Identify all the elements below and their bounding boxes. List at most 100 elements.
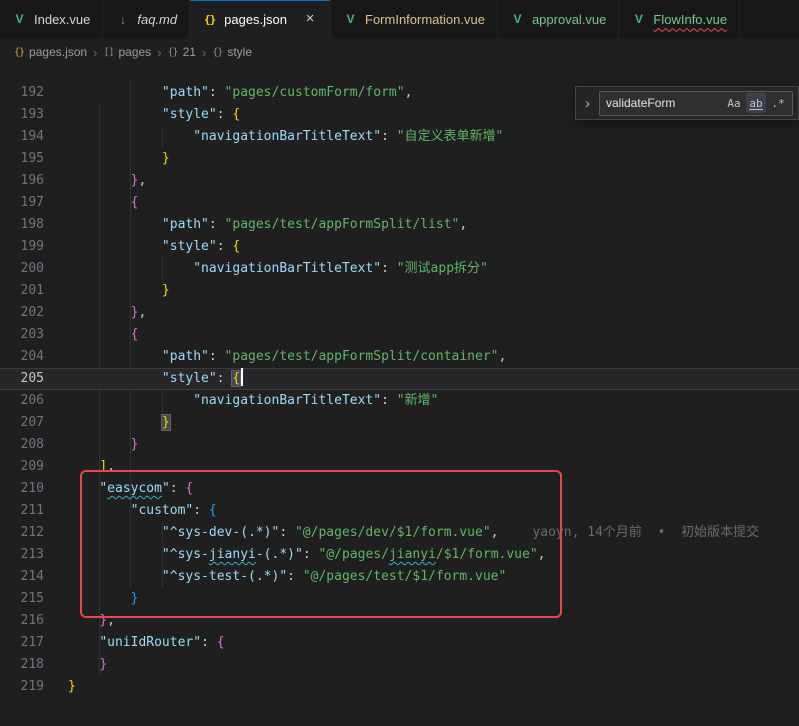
code-line[interactable]: 207 }: [0, 412, 799, 434]
breadcrumb-item-21[interactable]: {} 21: [168, 45, 196, 59]
line-number[interactable]: 214: [0, 566, 44, 588]
code-line[interactable]: 194 "navigationBarTitleText": "自定义表单新增": [0, 126, 799, 148]
whole-word-icon[interactable]: ab: [746, 93, 766, 113]
code-line[interactable]: 213 "^sys-jianyi-(.*)": "@/pages/jianyi/…: [0, 544, 799, 566]
code-text: }: [68, 654, 107, 676]
code-line[interactable]: 208 }: [0, 434, 799, 456]
code-token: easycom: [107, 481, 162, 496]
line-number[interactable]: 216: [0, 610, 44, 632]
tab-faq-md[interactable]: ↓ faq.md: [103, 0, 190, 38]
code-token: {: [232, 107, 240, 122]
line-number[interactable]: 215: [0, 588, 44, 610]
code-token: "navigationBarTitleText": [193, 129, 381, 144]
line-number[interactable]: 200: [0, 258, 44, 280]
code-token: [68, 635, 99, 650]
code-token: "path": [162, 349, 209, 364]
find-input[interactable]: [606, 96, 722, 110]
line-number[interactable]: 219: [0, 676, 44, 698]
code-token: :: [209, 85, 225, 100]
code-line[interactable]: 216 },: [0, 610, 799, 632]
code-line[interactable]: 212 "^sys-dev-(.*)": "@/pages/dev/$1/for…: [0, 522, 799, 544]
code-line[interactable]: 211 "custom": {: [0, 500, 799, 522]
code-token: :: [287, 569, 303, 584]
code-token: [68, 459, 99, 474]
breadcrumb-item-file[interactable]: {} pages.json: [14, 45, 87, 59]
line-number[interactable]: 209: [0, 456, 44, 478]
breadcrumb-label: 21: [183, 45, 196, 59]
line-number[interactable]: 206: [0, 390, 44, 412]
code-line[interactable]: 199 "style": {: [0, 236, 799, 258]
code-text: },: [68, 170, 146, 192]
code-line[interactable]: 195 }: [0, 148, 799, 170]
regex-icon[interactable]: .*: [768, 93, 788, 113]
line-number[interactable]: 202: [0, 302, 44, 324]
line-number[interactable]: 194: [0, 126, 44, 148]
line-number[interactable]: 211: [0, 500, 44, 522]
code-line[interactable]: 200 "navigationBarTitleText": "测试app拆分": [0, 258, 799, 280]
code-line[interactable]: 203 {: [0, 324, 799, 346]
line-number[interactable]: 197: [0, 192, 44, 214]
code-token: "^sys-test-(.*)": [162, 569, 287, 584]
line-number[interactable]: 203: [0, 324, 44, 346]
line-number[interactable]: 208: [0, 434, 44, 456]
tab-forminformation-vue[interactable]: V FormInformation.vue: [331, 0, 498, 38]
code-line[interactable]: 219}: [0, 676, 799, 698]
line-number[interactable]: 193: [0, 104, 44, 126]
line-number[interactable]: 212: [0, 522, 44, 544]
line-number[interactable]: 207: [0, 412, 44, 434]
code-line[interactable]: 204 "path": "pages/test/appFormSplit/con…: [0, 346, 799, 368]
code-line[interactable]: 218 }: [0, 654, 799, 676]
code-line[interactable]: 198 "path": "pages/test/appFormSplit/lis…: [0, 214, 799, 236]
breadcrumb: {} pages.json › [] pages › {} 21 › {} st…: [0, 38, 799, 66]
code-token: :: [170, 481, 186, 496]
code-token: [68, 371, 162, 386]
line-number[interactable]: 201: [0, 280, 44, 302]
close-icon[interactable]: ×: [302, 11, 318, 27]
object-symbol-icon: {}: [212, 47, 222, 58]
code-line[interactable]: 196 },: [0, 170, 799, 192]
code-token: :: [217, 239, 233, 254]
code-text: "style": {: [68, 104, 240, 126]
line-number[interactable]: 195: [0, 148, 44, 170]
line-number[interactable]: 205: [0, 368, 44, 390]
code-token: ,: [491, 525, 499, 540]
vue-icon: V: [12, 12, 27, 26]
code-token: jianyi: [209, 547, 256, 562]
code-token: [68, 107, 162, 122]
breadcrumb-item-pages[interactable]: [] pages: [103, 45, 151, 59]
line-number[interactable]: 217: [0, 632, 44, 654]
json-icon: {}: [202, 13, 217, 26]
line-number[interactable]: 210: [0, 478, 44, 500]
tab-pages-json[interactable]: {} pages.json ×: [190, 0, 331, 38]
tab-flowinfo-vue[interactable]: V FlowInfo.vue: [619, 0, 740, 38]
code-line[interactable]: 215 }: [0, 588, 799, 610]
code-line[interactable]: 210 "easycom": {: [0, 478, 799, 500]
code-line[interactable]: 202 },: [0, 302, 799, 324]
code-line[interactable]: 206 "navigationBarTitleText": "新增": [0, 390, 799, 412]
line-number[interactable]: 199: [0, 236, 44, 258]
code-line[interactable]: 209 ],: [0, 456, 799, 478]
breadcrumb-item-style[interactable]: {} style: [212, 45, 252, 59]
code-line[interactable]: 205 "style": {: [0, 368, 799, 390]
line-number[interactable]: 218: [0, 654, 44, 676]
code-token: "navigationBarTitleText": [193, 393, 381, 408]
breadcrumb-label: style: [227, 45, 252, 59]
toggle-replace-chevron-icon[interactable]: ›: [581, 95, 594, 112]
code-line[interactable]: 201 }: [0, 280, 799, 302]
code-line[interactable]: 214 "^sys-test-(.*)": "@/pages/test/$1/f…: [0, 566, 799, 588]
line-number[interactable]: 213: [0, 544, 44, 566]
line-number[interactable]: 196: [0, 170, 44, 192]
code-line[interactable]: 197 {: [0, 192, 799, 214]
code-token: [68, 415, 162, 430]
line-number[interactable]: 198: [0, 214, 44, 236]
line-number[interactable]: 192: [0, 82, 44, 104]
code-token: "path": [162, 85, 209, 100]
code-editor[interactable]: 192 "path": "pages/customForm/form",193 …: [0, 66, 799, 726]
tab-approval-vue[interactable]: V approval.vue: [498, 0, 619, 38]
tab-index-vue[interactable]: V Index.vue: [0, 0, 103, 38]
code-token: :: [209, 349, 225, 364]
line-number[interactable]: 204: [0, 346, 44, 368]
code-token: [68, 151, 162, 166]
code-line[interactable]: 217 "uniIdRouter": {: [0, 632, 799, 654]
match-case-icon[interactable]: Aa: [724, 93, 744, 113]
